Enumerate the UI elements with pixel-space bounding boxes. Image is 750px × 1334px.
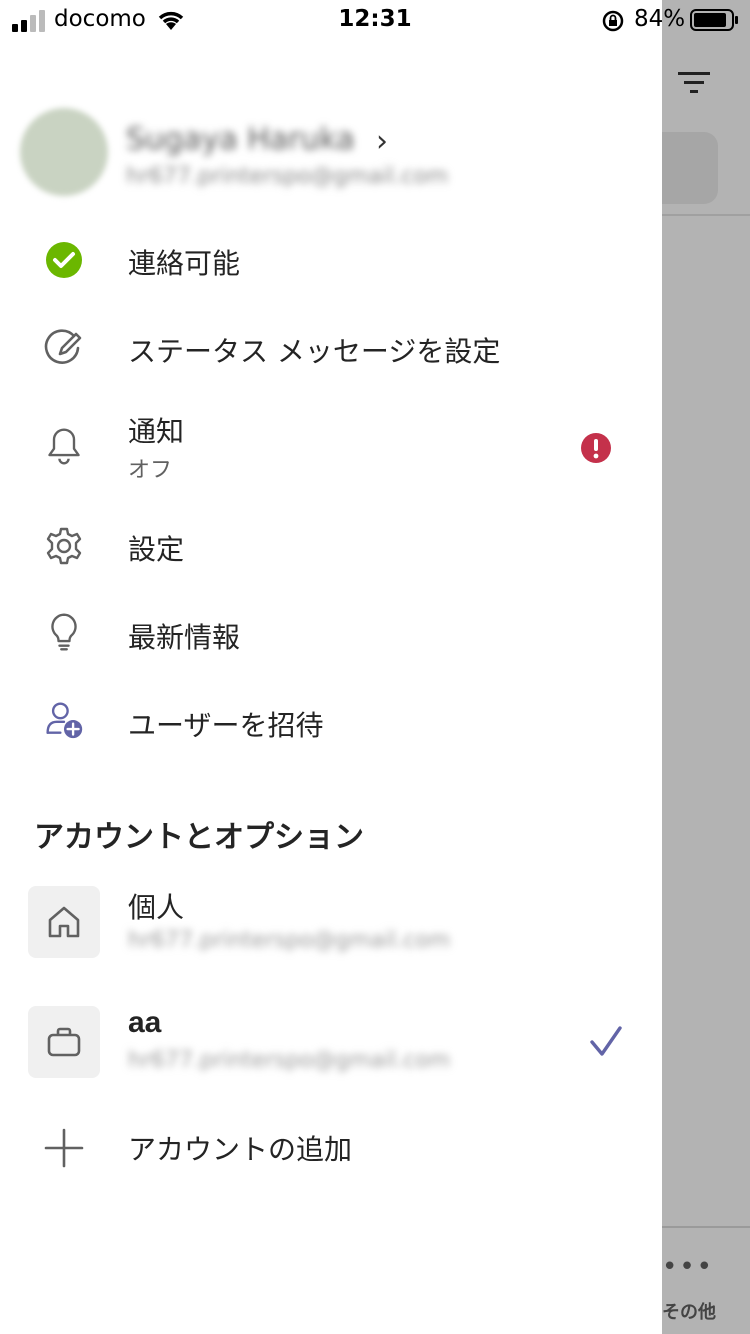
briefcase-icon bbox=[47, 1027, 81, 1057]
add-person-icon bbox=[46, 702, 83, 739]
edit-status-icon bbox=[44, 329, 82, 364]
account-email: hr677.printerspo@gmail.com bbox=[128, 928, 451, 953]
gear-icon bbox=[46, 527, 82, 565]
menu-item-invite-users[interactable]: ユーザーを招待 bbox=[0, 682, 662, 762]
profile-email: hr677.printerspo@gmail.com bbox=[126, 164, 449, 189]
chevron-right-icon[interactable]: › bbox=[376, 124, 388, 159]
available-status-icon bbox=[46, 242, 82, 278]
account-item-aa[interactable]: aa hr677.printerspo@gmail.com bbox=[0, 1006, 662, 1080]
menu-label-whats-new: 最新情報 bbox=[128, 621, 241, 654]
divider bbox=[662, 1226, 750, 1228]
menu-label-invite-users: ユーザーを招待 bbox=[128, 709, 324, 742]
menu-label-status-message: ステータス メッセージを設定 bbox=[128, 335, 501, 368]
account-name: 個人 bbox=[128, 891, 185, 924]
add-account-button[interactable]: アカウントの追加 bbox=[0, 1124, 662, 1204]
notifications-state: オフ bbox=[128, 458, 173, 483]
menu-item-availability[interactable]: 連絡可能 bbox=[0, 220, 662, 300]
account-tile bbox=[28, 886, 100, 958]
checkmark-icon bbox=[590, 1026, 622, 1056]
battery-percentage: 84% bbox=[634, 6, 686, 32]
account-tile bbox=[28, 1006, 100, 1078]
menu-label-notifications: 通知 bbox=[128, 415, 185, 448]
divider bbox=[662, 214, 750, 216]
avatar[interactable] bbox=[20, 108, 108, 196]
menu-item-notifications[interactable]: 通知 オフ bbox=[0, 406, 662, 486]
add-account-label: アカウントの追加 bbox=[128, 1133, 353, 1166]
account-name: aa bbox=[128, 1006, 162, 1039]
menu-label-availability: 連絡可能 bbox=[128, 247, 241, 280]
background-search-box[interactable] bbox=[662, 132, 718, 204]
menu-label-settings: 設定 bbox=[128, 533, 185, 566]
battery-icon bbox=[690, 9, 738, 31]
rotation-lock-icon bbox=[602, 10, 624, 32]
lightbulb-icon bbox=[51, 613, 77, 651]
section-title-accounts: アカウントとオプション bbox=[34, 820, 364, 855]
bell-icon bbox=[48, 428, 80, 465]
alert-icon bbox=[581, 433, 611, 463]
account-email: hr677.printerspo@gmail.com bbox=[128, 1048, 451, 1073]
profile-name: Sugaya Haruka bbox=[126, 122, 355, 157]
menu-item-whats-new[interactable]: 最新情報 bbox=[0, 594, 662, 674]
account-item-personal[interactable]: 個人 hr677.printerspo@gmail.com bbox=[0, 886, 662, 960]
profile-header[interactable]: Sugaya Haruka › hr677.printerspo@gmail.c… bbox=[20, 108, 640, 198]
status-bar: docomo 12:31 84% bbox=[0, 0, 750, 40]
more-tab-label[interactable]: その他 bbox=[656, 1298, 722, 1324]
plus-icon bbox=[44, 1128, 84, 1168]
home-icon bbox=[48, 906, 80, 938]
more-icon[interactable]: ••• bbox=[662, 1252, 714, 1282]
account-drawer: Sugaya Haruka › hr677.printerspo@gmail.c… bbox=[0, 40, 662, 1334]
menu-item-status-message[interactable]: ステータス メッセージを設定 bbox=[0, 308, 662, 388]
filter-icon[interactable] bbox=[676, 64, 712, 100]
menu-item-settings[interactable]: 設定 bbox=[0, 506, 662, 586]
